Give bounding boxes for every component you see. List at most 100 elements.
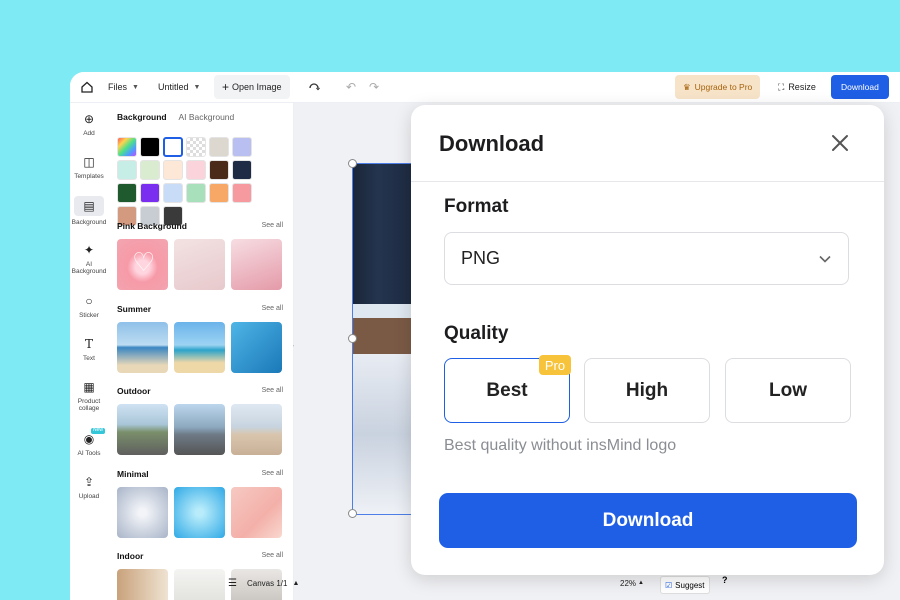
- resize-handle[interactable]: [348, 159, 357, 168]
- layers-icon[interactable]: ☰: [228, 578, 237, 589]
- document-name[interactable]: Untitled ▼: [158, 78, 200, 96]
- thumbnail[interactable]: [117, 487, 168, 538]
- ai-background-icon: ✦: [83, 243, 95, 257]
- color-swatch[interactable]: [140, 160, 160, 180]
- color-swatch[interactable]: [232, 137, 252, 157]
- undo-icon[interactable]: ↶: [346, 78, 356, 96]
- plus-icon: +: [222, 80, 230, 94]
- open-image-button[interactable]: + Open Image: [214, 75, 290, 99]
- color-swatch[interactable]: [232, 160, 252, 180]
- suggest-icon: ☑: [665, 580, 673, 590]
- color-swatch[interactable]: [117, 137, 137, 157]
- color-swatch[interactable]: [186, 160, 206, 180]
- format-select[interactable]: PNG: [444, 232, 849, 285]
- rail-label: AI Tools: [77, 450, 101, 457]
- chevron-down-icon: ▼: [132, 83, 139, 91]
- rail-label: Upload: [78, 493, 100, 500]
- color-swatch[interactable]: [209, 183, 229, 203]
- rail-label: Text: [83, 355, 95, 362]
- download-top-button[interactable]: Download: [831, 75, 889, 99]
- canvas-indicator[interactable]: Canvas 1/1: [247, 579, 287, 588]
- download-dialog: Download Format PNG Quality Best Pro Hig…: [411, 105, 884, 575]
- download-button[interactable]: Download: [439, 493, 857, 548]
- rail-item-ai-background[interactable]: ✦ AI Background: [70, 242, 108, 276]
- thumbnail[interactable]: [231, 404, 282, 455]
- panel-tabs: Background AI Background: [117, 112, 234, 122]
- thumbnail[interactable]: [231, 322, 282, 373]
- resize-handle[interactable]: [348, 334, 357, 343]
- rail-item-text[interactable]: T Text: [70, 336, 108, 362]
- quality-option-low[interactable]: Low: [725, 358, 851, 423]
- thumbnail[interactable]: [117, 404, 168, 455]
- see-all-link[interactable]: See all: [262, 305, 283, 312]
- quality-option-label: High: [625, 379, 669, 401]
- top-bar: Files ▼ Untitled ▼ + Open Image ↶ ↷ ♛ Upgrad…: [70, 72, 900, 103]
- color-swatch[interactable]: [117, 160, 137, 180]
- rail-item-templates[interactable]: ◫ Templates: [70, 154, 108, 180]
- canvas-image[interactable]: [352, 163, 416, 515]
- redo-icon[interactable]: ↷: [369, 78, 379, 96]
- text-icon: T: [84, 337, 93, 351]
- color-swatch[interactable]: [186, 137, 206, 157]
- thumbnail[interactable]: ♡: [117, 239, 168, 290]
- thumbnail[interactable]: [174, 569, 225, 600]
- background-panel: Background AI Background Pink Background…: [108, 103, 294, 600]
- suggest-button[interactable]: ☑ Suggest: [660, 576, 710, 594]
- crown-icon: ♛: [683, 81, 691, 92]
- upgrade-button[interactable]: ♛ Upgrade to Pro: [675, 75, 761, 99]
- color-swatch[interactable]: [140, 137, 160, 157]
- thumbnail[interactable]: [174, 487, 225, 538]
- resize-handle[interactable]: [348, 509, 357, 518]
- chevron-up-icon[interactable]: ▲: [292, 580, 299, 587]
- home-icon[interactable]: [80, 78, 94, 96]
- rail-item-sticker[interactable]: ○ Sticker: [70, 293, 108, 319]
- color-swatches: [117, 137, 252, 226]
- rail-label: Add: [83, 130, 95, 137]
- color-swatch[interactable]: [117, 183, 137, 203]
- rail-label: Background: [71, 219, 107, 226]
- resize-button[interactable]: ⛶ Resize: [778, 78, 816, 96]
- rail-item-ai-tools[interactable]: ◉ New AI Tools: [70, 427, 108, 457]
- heart-icon: ♡: [132, 247, 156, 277]
- thumbnail[interactable]: [231, 239, 282, 290]
- thumbnail[interactable]: [231, 487, 282, 538]
- rail-item-add[interactable]: ⊕ Add: [70, 111, 108, 137]
- see-all-link[interactable]: See all: [262, 552, 283, 559]
- color-swatch[interactable]: [186, 183, 206, 203]
- see-all-link[interactable]: See all: [262, 222, 283, 229]
- tab-ai-background[interactable]: AI Background: [179, 112, 235, 122]
- thumbnail[interactable]: [174, 322, 225, 373]
- zoom-control[interactable]: 22% ▲: [620, 573, 644, 593]
- sync-icon[interactable]: [307, 78, 321, 96]
- thumbnail[interactable]: [174, 404, 225, 455]
- rail-label: Sticker: [79, 312, 99, 319]
- color-swatch[interactable]: [163, 183, 183, 203]
- see-all-link[interactable]: See all: [262, 470, 283, 477]
- color-swatch[interactable]: [232, 183, 252, 203]
- chevron-up-icon: ▲: [638, 580, 644, 586]
- tab-background[interactable]: Background: [117, 112, 167, 122]
- rail-item-product-collage[interactable]: ▦ Product collage: [70, 379, 108, 413]
- files-label: Files: [108, 82, 128, 92]
- add-icon: ⊕: [83, 112, 95, 126]
- thumbnail[interactable]: [174, 239, 225, 290]
- close-icon[interactable]: [828, 131, 852, 155]
- rail-item-background[interactable]: ▤ Background: [70, 196, 108, 226]
- section-title: Pink Background: [117, 221, 187, 231]
- tool-rail: ⊕ Add ◫ Templates ▤ Background ✦ AI Backgrou…: [70, 103, 109, 600]
- rail-item-upload[interactable]: ⇪ Upload: [70, 474, 108, 500]
- divider: [411, 181, 884, 182]
- quality-option-high[interactable]: High: [584, 358, 710, 423]
- color-swatch[interactable]: [140, 183, 160, 203]
- color-swatch[interactable]: [209, 160, 229, 180]
- see-all-link[interactable]: See all: [262, 387, 283, 394]
- color-swatch[interactable]: [163, 160, 183, 180]
- files-menu[interactable]: Files ▼: [108, 78, 139, 96]
- color-swatch[interactable]: [163, 137, 183, 157]
- resize-label: Resize: [788, 82, 816, 92]
- help-button[interactable]: ?: [722, 575, 728, 585]
- color-swatch[interactable]: [209, 137, 229, 157]
- thumbnail[interactable]: [117, 322, 168, 373]
- document-name-label: Untitled: [158, 82, 189, 92]
- thumbnail[interactable]: [117, 569, 168, 600]
